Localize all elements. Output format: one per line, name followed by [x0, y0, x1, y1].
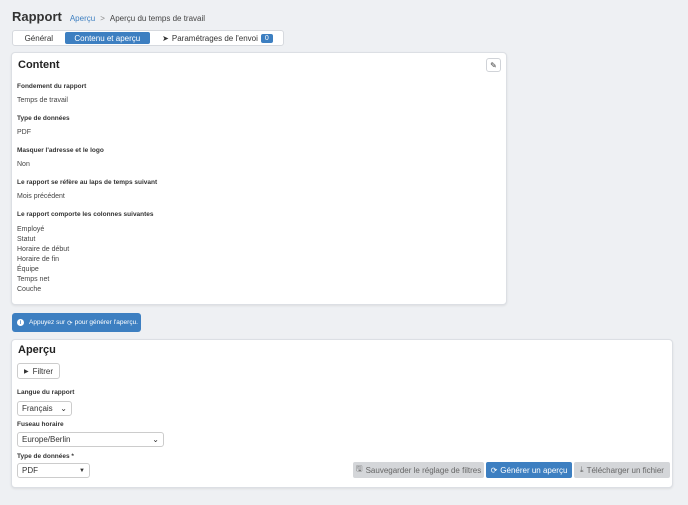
refresh-icon: ⟳	[67, 319, 73, 327]
datatype-label: Type de données *	[17, 453, 74, 460]
save-filters-label: Sauvegarder le réglage de filtres	[365, 465, 482, 475]
paper-plane-icon: ➤	[162, 33, 169, 43]
preview-card: Aperçu ▶ Filtrer Langue du rapport Franç…	[11, 339, 673, 488]
list-item: Couche	[17, 286, 42, 293]
filter-label: Filtrer	[32, 366, 54, 376]
breadcrumb-link[interactable]: Aperçu	[70, 14, 95, 23]
timezone-label: Fuseau horaire	[17, 421, 64, 428]
tab-content-preview[interactable]: Contenu et aperçu	[64, 32, 150, 44]
refresh-icon: ⟳	[490, 465, 498, 475]
content-card: Content ✎ Fondement du rapport Temps de …	[11, 52, 507, 305]
generate-hint-button[interactable]: i Appuyez sur ⟳ pour générer l'aperçu.	[12, 313, 141, 332]
list-item: Horaire de début	[17, 246, 70, 253]
chevron-down-icon: ⌄	[152, 435, 159, 444]
tab-send-settings[interactable]: ➤ Paramétrages de l'envoi 0	[154, 32, 281, 44]
tab-general[interactable]: Général	[15, 32, 63, 44]
field-value-basis: Temps de travail	[17, 97, 68, 104]
save-filters-button[interactable]: 🖫 Sauvegarder le réglage de filtres	[353, 462, 484, 478]
field-label-datatype: Type de données	[17, 115, 70, 122]
list-item: Équipe	[17, 266, 39, 273]
field-label-columns: Le rapport comporte les colonnes suivant…	[17, 211, 154, 218]
timezone-value: Europe/Berlin	[22, 435, 71, 444]
timezone-select[interactable]: Europe/Berlin ⌄	[17, 432, 164, 447]
field-label-period: Le rapport se réfère au laps de temps su…	[17, 179, 158, 186]
download-icon: ⤓	[580, 465, 584, 474]
count-badge: 0	[260, 33, 273, 43]
list-item: Temps net	[17, 276, 50, 283]
edit-button[interactable]: ✎	[486, 58, 501, 72]
breadcrumb-separator: >	[100, 14, 105, 23]
generate-preview-button[interactable]: ⟳ Générer un aperçu	[486, 462, 572, 478]
field-value-hide-address: Non	[17, 161, 30, 168]
page-header: Rapport Aperçu > Aperçu du temps de trav…	[12, 9, 205, 24]
field-value-datatype: PDF	[17, 129, 31, 136]
list-item: Employé	[17, 226, 45, 233]
filter-button[interactable]: ▶ Filtrer	[17, 363, 60, 379]
field-value-period: Mois précédent	[17, 193, 65, 200]
language-value: Français	[22, 404, 53, 413]
list-item: Horaire de fin	[17, 256, 60, 263]
hint-text-before: Appuyez sur	[29, 319, 66, 326]
datatype-select[interactable]: PDF ▼	[17, 463, 90, 478]
tab-label: Paramétrages de l'envoi	[171, 33, 258, 43]
field-label-hide-address: Masquer l'adresse et le logo	[17, 147, 104, 154]
language-select[interactable]: Français ⌄	[17, 401, 72, 416]
content-title: Content	[18, 59, 60, 71]
field-label-basis: Fondement du rapport	[17, 83, 87, 90]
columns-list: Employé Statut Horaire de début Horaire …	[17, 225, 69, 295]
pencil-icon: ✎	[490, 60, 497, 70]
download-file-button[interactable]: ⤓ Télécharger un fichier	[574, 462, 670, 478]
tab-label: Contenu et aperçu	[74, 33, 141, 43]
caret-right-icon: ▶	[23, 368, 29, 375]
preview-title: Aperçu	[18, 344, 56, 356]
tab-label: Général	[24, 33, 54, 43]
tab-bar: Général Contenu et aperçu ➤ Paramétrages…	[12, 30, 284, 46]
caret-down-icon: ▼	[79, 468, 85, 474]
hint-text-after: pour générer l'aperçu.	[74, 319, 138, 326]
info-icon: i	[17, 319, 24, 326]
language-label: Langue du rapport	[17, 389, 75, 396]
chevron-down-icon: ⌄	[60, 404, 67, 413]
breadcrumb-current: Aperçu du temps de travail	[109, 14, 206, 23]
save-icon: 🖫	[355, 464, 363, 473]
list-item: Statut	[17, 236, 36, 243]
download-label: Télécharger un fichier	[586, 465, 664, 475]
page-title: Rapport	[12, 9, 62, 24]
datatype-value: PDF	[22, 466, 38, 475]
generate-preview-label: Générer un aperçu	[500, 465, 568, 475]
